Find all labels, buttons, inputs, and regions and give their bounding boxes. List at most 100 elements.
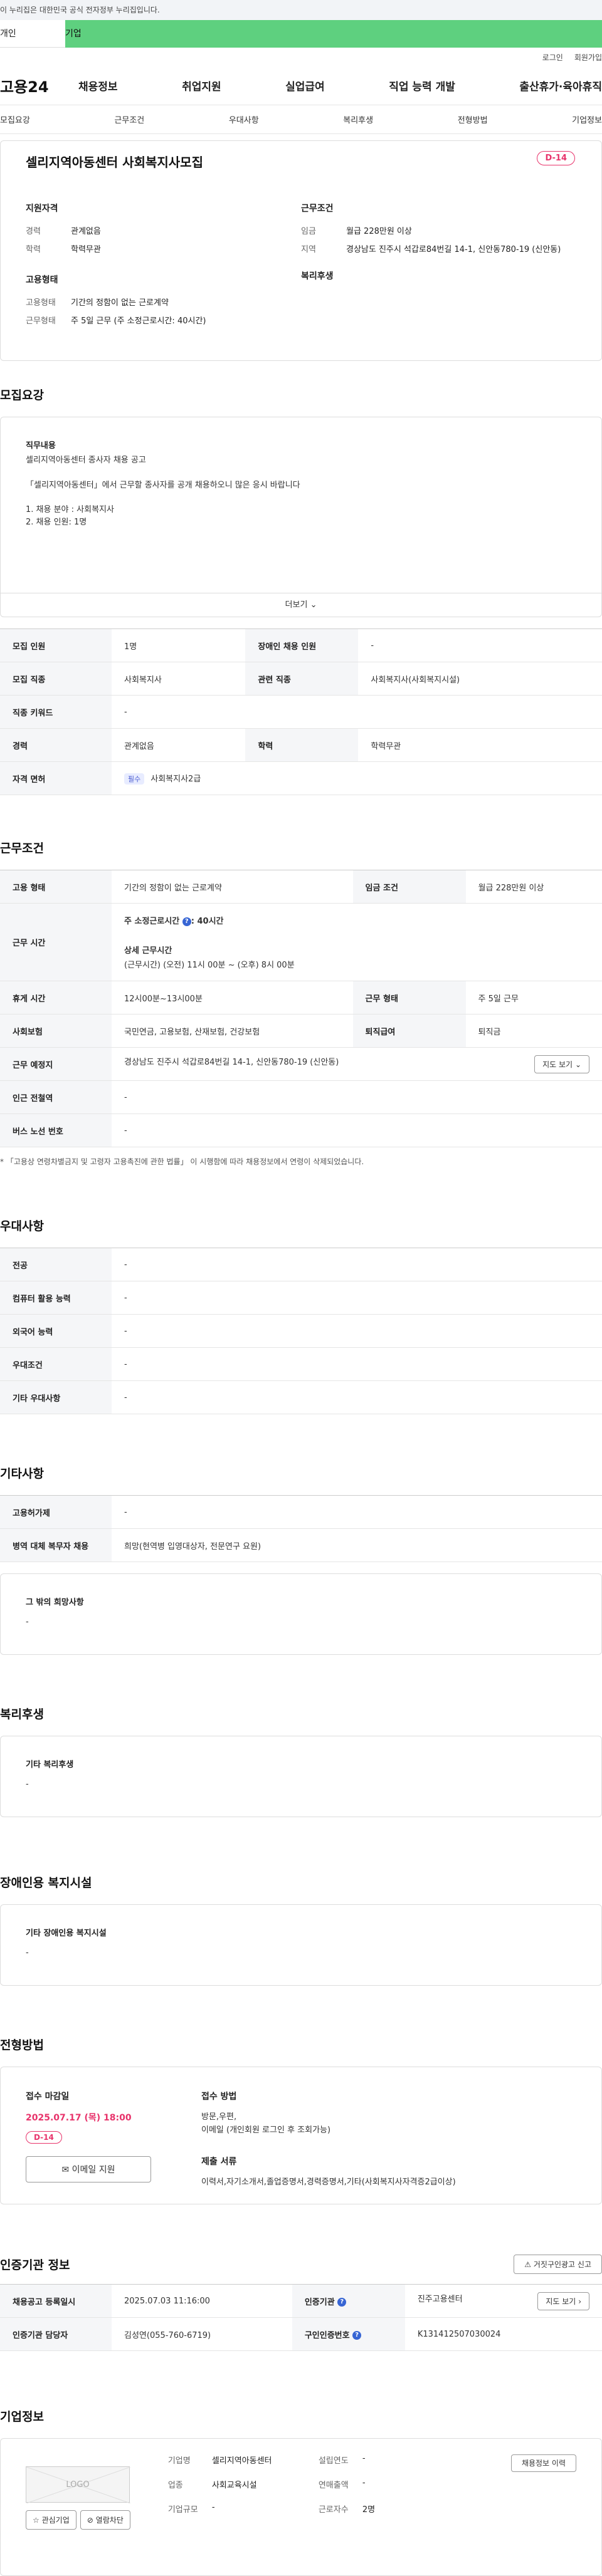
cell-value: 주 소정근로시간 ?: 40시간 상세 근무시간 (근무시간) (오전) 11시… <box>112 903 602 981</box>
summary-qualification: 지원자격 경력 관계없음 학력 학력무관 고용형태 고용형태 기간의 정함이 없는 근… <box>26 202 301 332</box>
cell-value: 김성연(055-760-6719) <box>112 2317 292 2351</box>
gnb-item-employment-support[interactable]: 취업지원 <box>182 78 221 93</box>
job-title: 셀리지역아동센터 사회복지사모집 <box>26 155 203 170</box>
founded-label: 설립연도 <box>318 2456 349 2466</box>
etc-title: 기타사항 <box>0 1467 44 1481</box>
block-label: 열람차단 <box>95 2516 124 2525</box>
duty-line: 2. 채용 인원: 1명 <box>26 517 87 527</box>
info-icon[interactable]: ? <box>182 917 191 926</box>
tab-company[interactable]: 기업 <box>65 20 602 48</box>
table-row: 기타 우대사항 - <box>0 1380 602 1414</box>
cell-value: - <box>112 1314 602 1348</box>
tab-company-label: 기업 <box>65 29 82 39</box>
recruit-history-button[interactable]: 채용정보 이력 <box>510 2454 576 2472</box>
cell-value: 주 5일 근무 <box>465 981 602 1014</box>
duty-card: 직무내용 셀리지역아동센터 종사자 채용 공고 「셀리지역아동센터」에서 근무할… <box>0 417 602 617</box>
logo-placeholder-text: LOGO <box>66 2480 90 2490</box>
tab-welfare[interactable]: 복리후생 <box>343 113 373 125</box>
map-button[interactable]: 지도 보기 ⌄ <box>534 1055 589 1073</box>
cell-label: 기타 우대사항 <box>0 1380 112 1414</box>
cell-value: 사회복지사(사회복지시설) <box>358 662 602 696</box>
cell-label: 근무 예정지 <box>0 1047 112 1081</box>
career-label: 경력 <box>26 227 41 236</box>
tab-person[interactable]: 개인 <box>0 20 65 48</box>
cell-value: 진주고용센터 지도 보기 › <box>404 2284 602 2318</box>
email-apply-label: 이메일 지원 <box>71 2165 115 2175</box>
star-icon: ☆ <box>33 2516 40 2525</box>
tab-recruit[interactable]: 모집요강 <box>0 113 30 125</box>
cell-value: 희망(현역병 입영대상자, 전문연구 요원) <box>112 1528 602 1562</box>
detail-hours-heading: 상세 근무시간 <box>124 946 172 956</box>
gnb-item-unemployment-benefit[interactable]: 실업급여 <box>285 78 325 93</box>
cell-value: - <box>112 1347 602 1381</box>
login-link[interactable]: 로그인 <box>542 52 563 63</box>
other-wishes-card: 그 밖의 희망사항 - <box>0 1573 602 1655</box>
disabled-facilities-title: 장애인용 복지시설 <box>0 1876 92 1890</box>
duty-line: 「셀리지역아동센터」에서 근무할 종사자를 공개 채용하오니 많은 응시 바랍니… <box>26 480 300 490</box>
cell-label: 우대조건 <box>0 1347 112 1381</box>
tab-preferences[interactable]: 우대사항 <box>229 113 259 125</box>
disabled-facilities-value: - <box>26 1948 29 1958</box>
deadline-column: 접수 마감일 2025.07.17 (목) 18:00 D-14 ✉ 이메일 지… <box>26 2090 201 2182</box>
company-size-label: 기업규모 <box>167 2505 198 2515</box>
info-icon[interactable]: ? <box>352 2331 362 2340</box>
tab-conditions[interactable]: 근무조건 <box>114 113 144 125</box>
info-icon[interactable]: ? <box>337 2298 347 2307</box>
duty-line <box>26 491 576 504</box>
cert-map-button[interactable]: 지도 보기 › <box>537 2292 589 2310</box>
wage-value: 월급 228만원 이상 <box>346 227 412 236</box>
site-logo[interactable]: 고용24 <box>0 75 78 96</box>
cert-header: 인증기관 정보 ⚠ 거짓구인광고 신고 <box>0 2255 602 2274</box>
more-button[interactable]: 더보기 ⌄ <box>1 593 601 617</box>
cell-label: 인근 전철역 <box>0 1080 112 1114</box>
employment-type-value: 기간의 정함이 없는 근로계약 <box>71 298 169 308</box>
welfare-card-heading: 기타 복리후생 <box>26 1760 74 1770</box>
signup-link[interactable]: 회원가입 <box>574 52 602 63</box>
table-row: 고용허가제 - <box>0 1495 602 1529</box>
duty-heading: 직무내용 <box>26 441 56 451</box>
cell-label: 근무 형태 <box>352 981 466 1014</box>
cell-label: 관련 직종 <box>245 662 359 696</box>
cert-map-label: 지도 보기 <box>546 2297 576 2306</box>
employees-value: 2명 <box>362 2505 376 2515</box>
cell-label: 채용공고 등록일시 <box>0 2284 112 2318</box>
cell-value: - <box>358 628 602 662</box>
cell-label: 장애인 채용 인원 <box>245 628 359 662</box>
docs-value: 이력서,자기소개서,졸업증명서,경력증명서,기타(사회복지사자격증2급이상) <box>201 2177 456 2187</box>
cell-value: 12시00분~13시00분 <box>112 981 353 1014</box>
user-type-tabs: 개인 기업 <box>0 20 602 48</box>
gnb-item-jobs[interactable]: 채용정보 <box>78 78 118 93</box>
cert-table: 채용공고 등록일시 2025.07.03 11:16:00 인증기관 ? 진주고용센터… <box>0 2284 602 2351</box>
job-summary-card: 셀리지역아동센터 사회복지사모집 D-14 지원자격 경력 관계없음 학력 학력무관… <box>0 140 602 361</box>
chevron-down-icon: ⌄ <box>574 1060 581 1069</box>
preferences-table: 전공 - 컴퓨터 활용 능력 - 외국어 능력 - 우대조건 - 기타 우대사항 - <box>0 1248 602 1414</box>
cell-value: 필수 사회복지사2급 <box>112 761 602 795</box>
recruit-table: 모집 인원 1명 장애인 채용 인원 - 모집 직종 사회복지사 관련 직종 사회복지사(사… <box>0 628 602 795</box>
disabled-facilities-card: 기타 장애인용 복지시설 - <box>0 1904 602 1986</box>
block-view-button[interactable]: ⊘ 열람차단 <box>80 2510 130 2530</box>
chevron-right-icon: › <box>578 2297 581 2306</box>
cell-label: 퇴직급여 <box>352 1014 466 1048</box>
cell-label: 임금 조건 <box>352 870 466 904</box>
cert-number-label: 구인인증번호 <box>304 2330 350 2340</box>
employment-type-label: 고용형태 <box>26 298 56 308</box>
company-actions: ☆ 관심기업 ⊘ 열람차단 <box>26 2510 130 2530</box>
favorite-company-button[interactable]: ☆ 관심기업 <box>26 2510 77 2530</box>
false-report-button[interactable]: ⚠ 거짓구인광고 신고 <box>514 2255 602 2274</box>
gnb-item-parental-leave[interactable]: 출산휴가·육아휴직 <box>519 78 602 93</box>
tab-company[interactable]: 기업정보 <box>572 113 602 125</box>
cert-org-value: 진주고용센터 <box>417 2294 463 2304</box>
cell-label: 고용허가제 <box>0 1495 112 1529</box>
tab-screening[interactable]: 전형방법 <box>458 113 488 125</box>
map-button-label: 지도 보기 <box>542 1060 573 1069</box>
dday-badge: D-14 <box>537 151 575 165</box>
gnb-item-vocational-training[interactable]: 직업 능력 개발 <box>389 78 455 93</box>
email-apply-button[interactable]: ✉ 이메일 지원 <box>26 2156 151 2182</box>
gov-banner: 이 누리집은 대한민국 공식 전자정부 누리집입니다. <box>0 0 602 20</box>
other-wishes-heading: 그 밖의 희망사항 <box>26 1598 84 1607</box>
favorite-label: 관심기업 <box>41 2516 70 2525</box>
conditions-title: 근무조건 <box>0 842 44 855</box>
mail-icon: ✉ <box>61 2165 70 2175</box>
preferences-title: 우대사항 <box>0 1219 44 1233</box>
cell-value: - <box>112 695 602 729</box>
